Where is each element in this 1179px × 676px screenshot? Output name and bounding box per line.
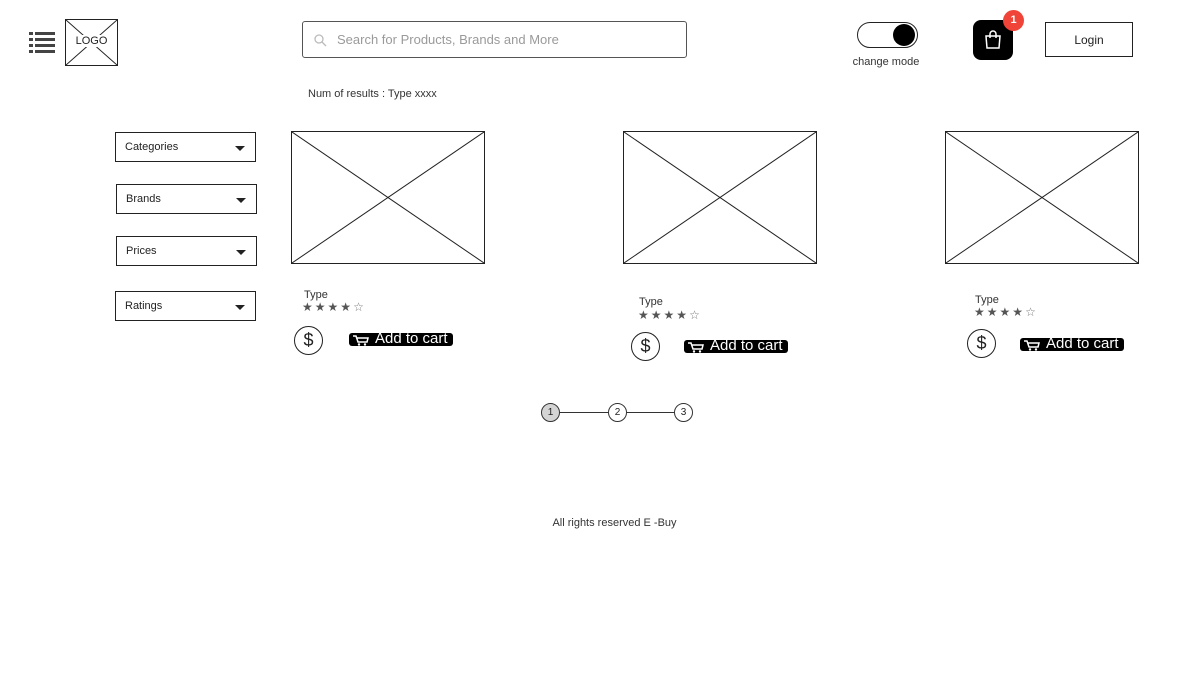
shopping-bag-icon (985, 30, 1001, 49)
search-bar[interactable] (302, 21, 687, 58)
toggle-label: change mode (852, 56, 920, 68)
star-empty-icon: ☆ (1025, 305, 1038, 319)
filter-categories[interactable]: Categories (115, 132, 256, 162)
search-icon (314, 34, 327, 47)
rating-stars: ★★★★☆ (638, 309, 702, 321)
results-count: Num of results : Type xxxx (308, 88, 437, 100)
star-filled-icon: ★ (999, 305, 1013, 319)
add-to-cart-label: Add to cart (1046, 335, 1119, 352)
star-filled-icon: ★ (314, 300, 328, 314)
rating-stars: ★★★★☆ (974, 306, 1038, 318)
add-to-cart-label: Add to cart (375, 330, 448, 347)
footer-text: All rights reserved E -Buy (552, 517, 677, 529)
filter-label: Ratings (125, 300, 163, 312)
filter-prices[interactable]: Prices (116, 236, 257, 266)
caret-down-icon (235, 305, 245, 310)
filter-label: Categories (125, 141, 179, 153)
add-to-cart-button[interactable]: Add to cart (1020, 335, 1124, 352)
product-image[interactable] (945, 131, 1139, 264)
dollar-icon: $ (294, 326, 323, 355)
dollar-icon: $ (967, 329, 996, 358)
dollar-icon: $ (631, 332, 660, 361)
add-to-cart-button[interactable]: Add to cart (349, 330, 453, 347)
filter-label: Brands (126, 193, 161, 205)
page-3-button[interactable]: 3 (674, 403, 693, 422)
page-2-button[interactable]: 2 (608, 403, 627, 422)
cart-count-badge: 1 (1003, 10, 1024, 31)
filter-label: Prices (126, 245, 157, 257)
add-to-cart-label: Add to cart (710, 337, 783, 354)
star-filled-icon: ★ (638, 308, 651, 322)
logo[interactable]: LOGO (65, 19, 118, 66)
star-filled-icon: ★ (986, 305, 1000, 319)
cart-icon (353, 335, 369, 346)
product-image[interactable] (291, 131, 485, 264)
logo-text: LOGO (74, 35, 109, 47)
menu-icon[interactable] (29, 31, 55, 53)
caret-down-icon (236, 250, 246, 255)
page-1-button[interactable]: 1 (541, 403, 560, 422)
star-filled-icon: ★ (663, 308, 677, 322)
star-filled-icon: ★ (327, 300, 341, 314)
rating-stars: ★★★★☆ (302, 301, 366, 313)
star-filled-icon: ★ (676, 308, 690, 322)
caret-down-icon (235, 146, 245, 151)
star-filled-icon: ★ (340, 300, 354, 314)
cart-icon (1024, 340, 1040, 351)
star-empty-icon: ☆ (689, 308, 702, 322)
add-to-cart-button[interactable]: Add to cart (684, 337, 788, 354)
cart-icon (688, 342, 704, 353)
star-filled-icon: ★ (650, 308, 664, 322)
star-filled-icon: ★ (302, 300, 315, 314)
filter-ratings[interactable]: Ratings (115, 291, 256, 321)
product-image[interactable] (623, 131, 817, 264)
star-filled-icon: ★ (974, 305, 987, 319)
toggle-knob (893, 24, 915, 46)
star-empty-icon: ☆ (353, 300, 366, 314)
product-type: Type (639, 296, 663, 308)
caret-down-icon (236, 198, 246, 203)
mode-toggle[interactable] (857, 22, 918, 48)
login-button[interactable]: Login (1045, 22, 1133, 57)
star-filled-icon: ★ (1012, 305, 1026, 319)
filter-brands[interactable]: Brands (116, 184, 257, 214)
search-input[interactable] (337, 26, 677, 53)
